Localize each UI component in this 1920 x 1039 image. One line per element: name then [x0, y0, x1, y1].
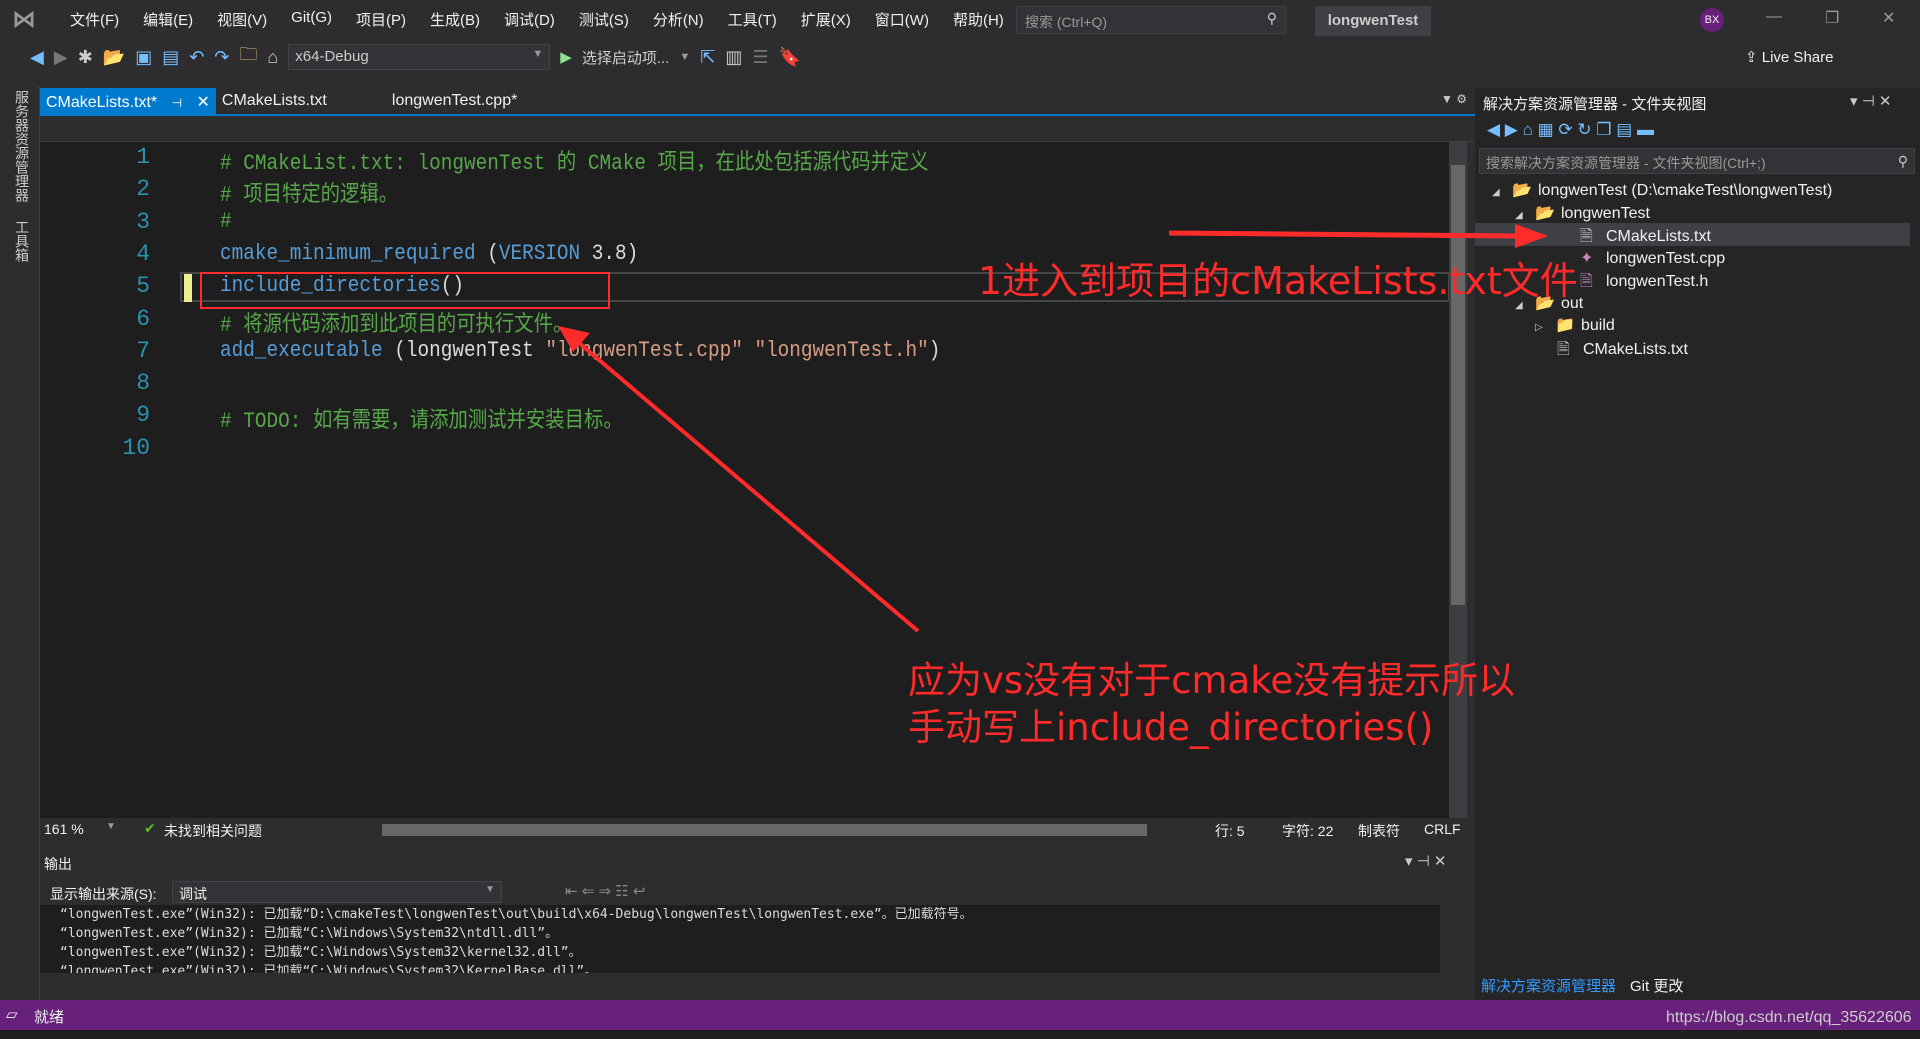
annotation-note-2-line1: 应为vs没有对于cmake没有提示所以 — [908, 659, 1516, 702]
annotation-note-1: 1进入到项目的cMakeLists.txt文件 — [978, 259, 1578, 303]
arrow-to-include-directories — [576, 340, 920, 633]
annotation-arrows — [558, 224, 1548, 633]
arrow-to-cmakelists — [1168, 230, 1521, 239]
arrowhead-icon — [1515, 224, 1548, 248]
annotation-note-2-line2: 手动写上include_directories() — [908, 706, 1434, 749]
